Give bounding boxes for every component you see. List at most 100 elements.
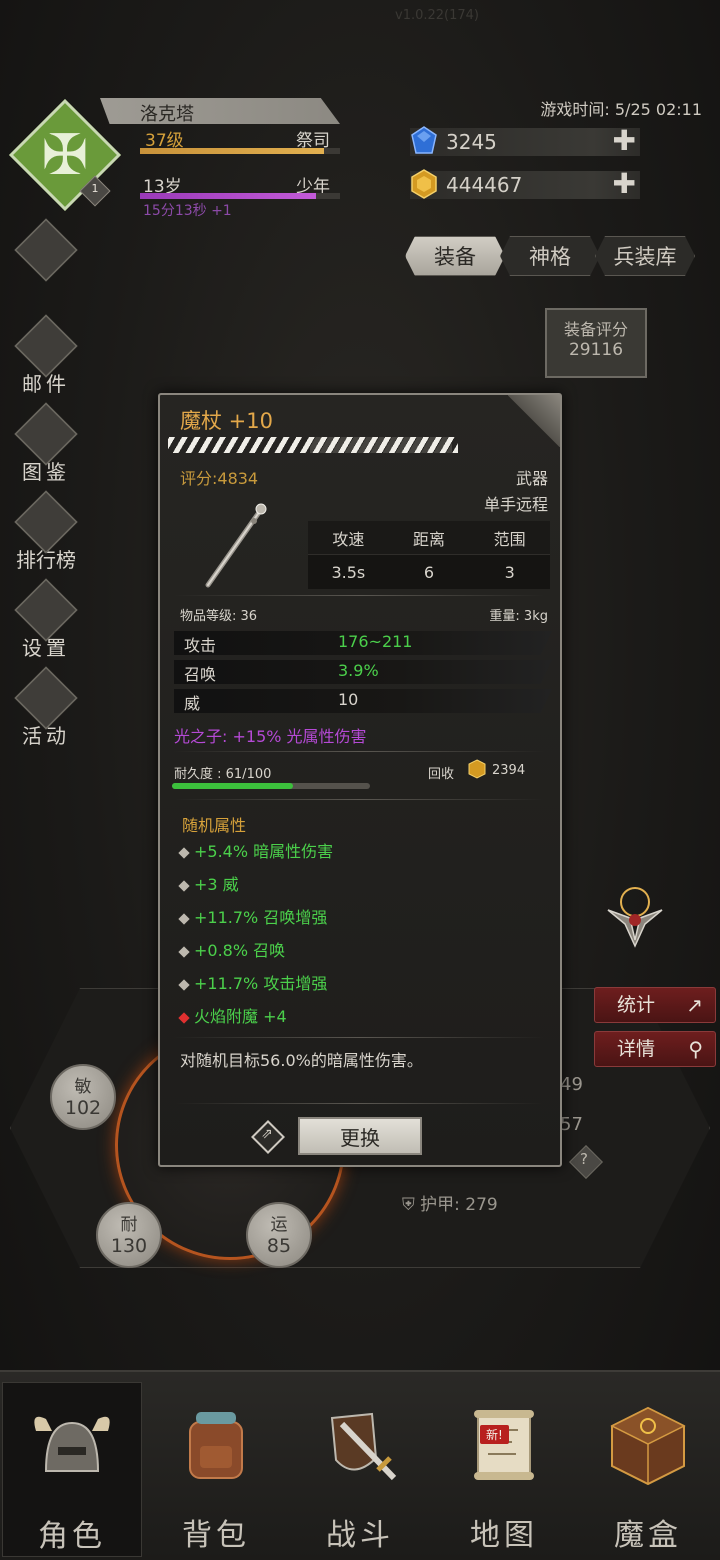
random-attribute: +0.8% 召唤 [178,937,286,961]
stat-luck[interactable]: 运 85 [246,1202,312,1268]
nav-label: 角色 [38,1519,106,1554]
replace-button[interactable]: 更换 [298,1117,422,1155]
gold-coin-icon [411,169,437,199]
item-score: 评分:4834 [180,469,259,488]
divider [174,595,544,596]
stat-endurance[interactable]: 耐 130 [96,1202,162,1268]
nav-battle[interactable]: 战斗 [290,1382,430,1557]
sidebar-item-events[interactable]: 活动 [8,666,84,754]
random-attribute: 火焰附魔 +4 [178,1003,287,1027]
durability-bar [172,783,370,789]
nav-map[interactable]: 地图 [434,1382,574,1557]
sword-shield-icon [330,1412,397,1481]
tab-armory[interactable]: 兵装库 [595,236,695,276]
add-gold-button[interactable]: ✚ [613,167,636,200]
random-attribute: +5.4% 暗属性伤害 [178,838,334,862]
stat-value-speed: 3.5s [331,562,366,582]
set-bonus: 光之子: +15% 光属性伤害 [174,727,367,746]
tab-equipment[interactable]: 装备 [405,236,505,276]
new-badge: 新! [480,1425,509,1444]
stat-value: 130 [110,1235,148,1257]
nav-magic-box[interactable]: 魔盒 [578,1382,718,1557]
sidebar-item-ranking[interactable]: 排行榜 [8,490,84,578]
item-weight: 重量: 3kg [489,609,548,624]
rank-number: 1 [91,182,99,195]
stat-header-area: 范围 [493,529,526,549]
item-title: 魔杖 +10 [180,409,273,433]
durability-label: 耐久度 : 61/100 [174,767,272,782]
wand-icon [205,503,267,588]
nav-label: 背包 [182,1518,250,1553]
lock-corner[interactable] [508,395,560,447]
character-name: 洛克塔 [140,104,194,125]
add-gems-button[interactable]: ✚ [613,124,636,157]
version-label: v1.0.22(174) [395,8,479,23]
item-subtype: 单手远程 [483,495,548,514]
sidebar-item-settings[interactable]: 设置 [8,578,84,666]
magic-box-icon [610,1406,686,1486]
sidebar-item-codex[interactable]: 图鉴 [8,402,84,490]
stat-header-range: 距离 [413,529,446,549]
item-description: 对随机目标56.0%的暗属性伤害。 [180,1051,423,1070]
armor-stat: ⛨ 护甲: 279 [402,1190,498,1215]
share-icon: ⇗ [261,1126,273,1142]
bullet-icon [178,879,190,892]
shield-icon: ⛨ [402,1195,421,1215]
random-attribute-text: +11.7% 召唤增强 [194,908,328,927]
nav-character[interactable]: 角色 [2,1382,142,1557]
angel-emblem-icon[interactable] [600,880,670,950]
level-progress-bar [140,148,340,154]
attribute-name: 召唤 [184,665,217,684]
trend-icon: ↗ [686,993,703,1017]
random-attribute-text: 火焰附魔 +4 [194,1007,287,1026]
attribute-row: 威 10 [174,689,552,713]
stat-value-range: 6 [423,562,435,582]
random-attribute: +11.7% 攻击增强 [178,970,328,994]
item-detail-card: 魔杖 +10 评分:4834 武器 单手远程 攻速 距离 范围 3.5s 6 3… [158,393,562,1167]
item-level: 物品等级: 36 [180,609,258,624]
recycle-label: 回收 [428,767,455,782]
random-attribute: +11.7% 召唤增强 [178,904,328,928]
random-attribute-text: +0.8% 召唤 [194,941,286,960]
gear-score-banner: 装备评分 29116 [545,308,647,378]
gear-score-label: 装备评分 [563,320,628,339]
stat-name: 耐 [120,1215,138,1235]
name-plate [100,98,340,124]
bullet-icon [178,846,190,859]
backpack-icon [189,1412,243,1479]
attribute-name: 威 [184,694,201,713]
divider [174,1037,544,1038]
stat-name: 运 [270,1215,288,1235]
stat-header-speed: 攻速 [332,529,365,549]
random-attribute: +3 威 [178,871,239,895]
blue-gem-icon [411,126,437,154]
statistics-button[interactable]: 统计 ↗ [594,987,716,1023]
bottom-navigation: 角色 背包 战斗 地图 魔盒 [0,1370,720,1560]
stat-agility[interactable]: 敏 102 [50,1064,116,1130]
attribute-row: 攻击 176~211 [174,631,552,655]
stat-partial-value: 57 [560,1114,583,1135]
nav-label: 战斗 [326,1518,394,1553]
gear-score-value: 29116 [568,340,624,360]
stat-value: 102 [64,1097,102,1119]
attribute-value: 10 [338,690,359,709]
bullet-icon [178,912,190,925]
map-scroll-icon [474,1410,534,1480]
search-icon: ⚲ [688,1037,703,1061]
random-attribute-text: +11.7% 攻击增强 [194,974,328,993]
details-button[interactable]: 详情 ⚲ [594,1031,716,1067]
stat-value: 85 [266,1235,292,1257]
enhance-progress-empty [310,437,452,453]
weapon-stat-table: 攻速 距离 范围 3.5s 6 3 [308,521,550,589]
helmet-icon [34,1416,110,1472]
tab-divinity[interactable]: 神格 [500,236,600,276]
gold-coin-icon [468,759,486,779]
divider [174,799,544,800]
divider [174,751,544,752]
sidebar-item-mail[interactable]: 邮件 [8,314,84,402]
nav-backpack[interactable]: 背包 [146,1382,286,1557]
random-attribute-text: +3 威 [194,875,239,894]
random-attribute-text: +5.4% 暗属性伤害 [194,842,334,861]
stat-value-area: 3 [504,562,515,582]
side-button-top[interactable] [8,218,84,306]
